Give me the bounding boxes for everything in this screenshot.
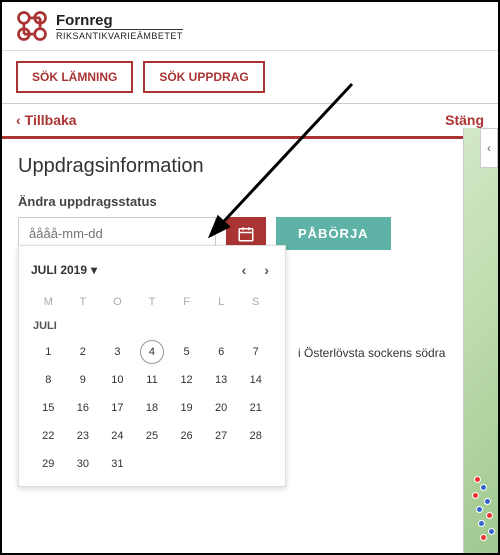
month-selector[interactable]: JULI 2019 ▾	[31, 263, 97, 277]
calendar-day[interactable]: 8	[31, 366, 66, 394]
calendar-day[interactable]: 5	[169, 338, 204, 366]
calendar-day[interactable]: 26	[169, 422, 204, 450]
calendar-day[interactable]: 22	[31, 422, 66, 450]
calendar-day[interactable]: 30	[66, 450, 101, 478]
calendar-day[interactable]: 1	[31, 338, 66, 366]
search-lamning-button[interactable]: SÖK LÄMNING	[16, 61, 133, 93]
calendar-day[interactable]: 11	[135, 366, 170, 394]
description-fragment: i Österlövsta sockens södra	[298, 346, 445, 360]
prev-month-button[interactable]: ‹	[238, 260, 251, 280]
section-title: Uppdragsinformation	[18, 155, 204, 178]
calendar-day[interactable]: 7	[238, 338, 273, 366]
calendar-day[interactable]: 23	[66, 422, 101, 450]
app-header: Fornreg RIKSANTIKVARIEÄMBETET	[2, 2, 498, 51]
calendar-day[interactable]: 20	[204, 394, 239, 422]
brand-logo: Fornreg RIKSANTIKVARIEÄMBETET	[14, 8, 183, 44]
dow-header: S	[238, 290, 273, 314]
month-label: JULI	[31, 314, 273, 338]
calendar-icon	[237, 225, 255, 243]
calendar-day[interactable]: 13	[204, 366, 239, 394]
calendar-day[interactable]: 18	[135, 394, 170, 422]
calendar-day[interactable]: 15	[31, 394, 66, 422]
calendar-day[interactable]: 10	[100, 366, 135, 394]
calendar-popup: JULI 2019 ▾ ‹ › MTOTFLSJULI1234567891011…	[18, 245, 286, 487]
calendar-day[interactable]: 9	[66, 366, 101, 394]
logo-icon	[14, 8, 50, 44]
calendar-grid: MTOTFLSJULI12345678910111213141516171819…	[31, 290, 273, 478]
month-year-label: JULI 2019	[31, 263, 87, 277]
calendar-day[interactable]: 27	[204, 422, 239, 450]
calendar-day[interactable]: 24	[100, 422, 135, 450]
search-buttons: SÖK LÄMNING SÖK UPPDRAG	[2, 51, 498, 103]
calendar-day[interactable]: 4	[135, 338, 170, 366]
brand-title: Fornreg	[56, 12, 183, 29]
search-uppdrag-button[interactable]: SÖK UPPDRAG	[143, 61, 264, 93]
calendar-day[interactable]: 21	[238, 394, 273, 422]
calendar-day[interactable]: 16	[66, 394, 101, 422]
back-label: Tillbaka	[25, 112, 77, 128]
caret-down-icon: ▾	[91, 263, 97, 277]
dow-header: T	[66, 290, 101, 314]
start-button[interactable]: PÅBÖRJA	[276, 217, 391, 250]
panel-topbar: ‹ Tillbaka Stäng	[2, 104, 498, 139]
calendar-day[interactable]: 3	[100, 338, 135, 366]
dow-header: T	[135, 290, 170, 314]
calendar-day[interactable]: 28	[238, 422, 273, 450]
close-link[interactable]: Stäng	[445, 112, 484, 128]
brand-subtitle: RIKSANTIKVARIEÄMBETET	[56, 29, 183, 41]
calendar-day[interactable]: 14	[238, 366, 273, 394]
map-markers	[466, 463, 496, 543]
status-label: Ändra uppdragsstatus	[18, 194, 482, 209]
next-month-button[interactable]: ›	[260, 260, 273, 280]
back-link[interactable]: ‹ Tillbaka	[16, 112, 77, 128]
map-collapse-button[interactable]: ‹	[480, 128, 498, 168]
calendar-day[interactable]: 31	[100, 450, 135, 478]
dow-header: M	[31, 290, 66, 314]
map-panel[interactable]: ‹ Tolfta	[463, 128, 498, 553]
content-panel: Uppdragsinformation ▲ Ändra uppdragsstat…	[2, 139, 498, 266]
calendar-day[interactable]: 6	[204, 338, 239, 366]
calendar-day[interactable]: 12	[169, 366, 204, 394]
calendar-day[interactable]: 25	[135, 422, 170, 450]
calendar-day[interactable]: 2	[66, 338, 101, 366]
chevron-left-icon: ‹	[16, 112, 21, 128]
calendar-day[interactable]: 29	[31, 450, 66, 478]
calendar-day[interactable]: 19	[169, 394, 204, 422]
dow-header: L	[204, 290, 239, 314]
dow-header: O	[100, 290, 135, 314]
calendar-day[interactable]: 17	[100, 394, 135, 422]
dow-header: F	[169, 290, 204, 314]
